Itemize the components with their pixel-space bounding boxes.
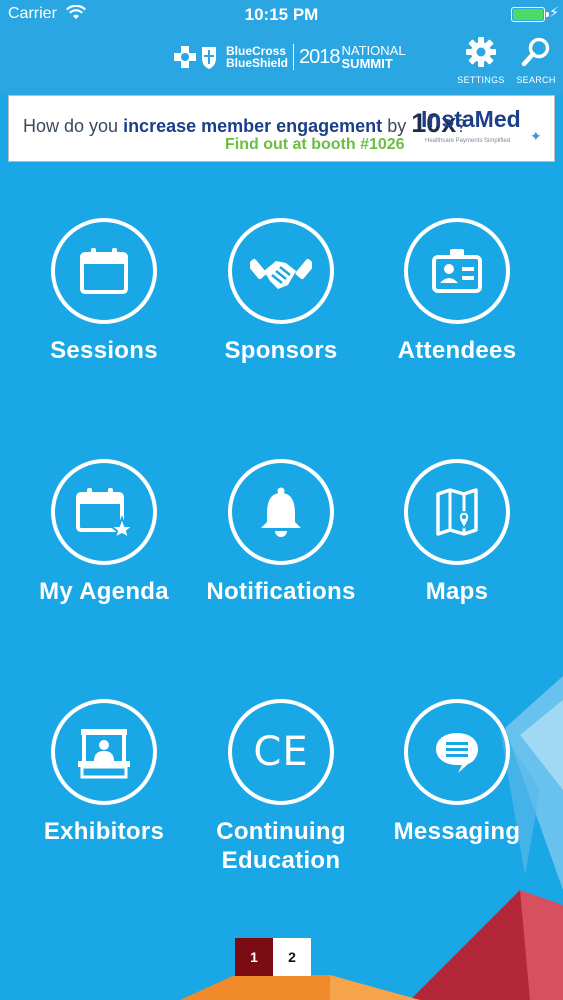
settings-label: SETTINGS xyxy=(457,75,505,85)
menu-label: Sponsors xyxy=(224,337,338,364)
brand-name: BlueCross BlueShield xyxy=(226,44,289,70)
bcbs-logo-icon xyxy=(174,46,216,69)
status-bar: Carrier 10:15 PM ⚡ xyxy=(0,0,563,30)
sponsors-icon-circle xyxy=(228,218,334,324)
page-2-button[interactable]: 2 xyxy=(273,938,311,976)
page-indicator: 1 2 xyxy=(235,938,311,976)
sponsor-tagline: Healthcare Payments Simplified xyxy=(425,138,511,144)
menu-item-my-agenda[interactable]: My Agenda xyxy=(14,459,194,606)
map-icon xyxy=(436,488,478,536)
app-header: Carrier 10:15 PM ⚡ BlueCross BlueShield … xyxy=(0,0,563,95)
chat-bubble-icon xyxy=(436,733,478,773)
settings-button[interactable]: SETTINGS xyxy=(453,36,509,85)
menu-item-maps[interactable]: Maps xyxy=(367,459,547,606)
sponsor-logo: InstaMed xyxy=(421,106,521,132)
banner-headline: How do you increase member engagement by… xyxy=(23,108,467,138)
attendees-icon-circle xyxy=(404,218,510,324)
menu-label: Exhibitors xyxy=(43,818,165,845)
sparkle-icon: ✦ xyxy=(530,128,542,144)
event-year: 2018 xyxy=(299,45,340,68)
agenda-icon-circle xyxy=(51,459,157,565)
brand-divider xyxy=(293,44,295,70)
id-badge-icon xyxy=(432,249,482,293)
bell-icon xyxy=(261,487,301,537)
banner-cta: Find out at booth #1026 xyxy=(225,136,405,153)
search-button[interactable]: SEARCH xyxy=(508,36,563,85)
ce-icon-circle: CE xyxy=(228,699,334,805)
calendar-star-icon xyxy=(76,488,134,538)
menu-label: Attendees xyxy=(397,337,517,364)
clock-label: 10:15 PM xyxy=(244,5,319,24)
menu-item-exhibitors[interactable]: Exhibitors xyxy=(14,699,194,846)
menu-item-messaging[interactable]: Messaging xyxy=(367,699,547,846)
menu-label: Sessions xyxy=(50,337,158,364)
menu-item-notifications[interactable]: Notifications xyxy=(191,459,371,606)
ce-icon: CE xyxy=(253,729,309,775)
gear-icon xyxy=(466,37,496,67)
charging-icon: ⚡ xyxy=(549,4,559,20)
menu-label: Maps xyxy=(425,578,489,605)
booth-icon xyxy=(78,729,130,779)
search-label: SEARCH xyxy=(516,75,556,85)
menu-item-sessions[interactable]: Sessions xyxy=(14,218,194,365)
event-logo: BlueCross BlueShield 2018 NATIONAL SUMMI… xyxy=(172,42,406,72)
calendar-icon xyxy=(80,248,128,294)
sessions-icon-circle xyxy=(51,218,157,324)
search-icon xyxy=(521,37,550,67)
menu-label: My Agenda xyxy=(39,578,169,605)
menu-label: Continuing Education xyxy=(216,818,346,874)
battery-icon xyxy=(511,7,549,22)
handshake-icon xyxy=(250,258,312,289)
menu-label: Messaging xyxy=(393,818,521,845)
event-name: NATIONAL SUMMIT xyxy=(341,43,406,71)
menu-item-sponsors[interactable]: Sponsors xyxy=(191,218,371,365)
menu-label: Notifications xyxy=(206,578,356,605)
menu-item-continuing-education[interactable]: CE Continuing Education xyxy=(191,699,371,875)
page-1-button[interactable]: 1 xyxy=(235,938,273,976)
exhibitors-icon-circle xyxy=(51,699,157,805)
sponsor-banner[interactable]: How do you increase member engagement by… xyxy=(8,95,555,162)
maps-icon-circle xyxy=(404,459,510,565)
messaging-icon-circle xyxy=(404,699,510,805)
menu-item-attendees[interactable]: Attendees xyxy=(367,218,547,365)
notifications-icon-circle xyxy=(228,459,334,565)
